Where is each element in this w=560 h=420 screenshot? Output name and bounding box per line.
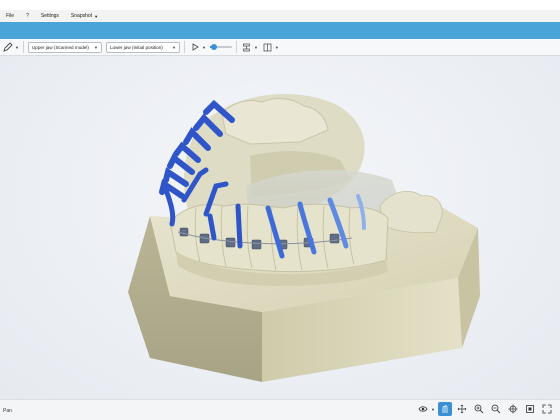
split-icon[interactable] — [262, 41, 274, 53]
toolbar-divider — [183, 41, 185, 53]
chevron-down-icon: ▼ — [94, 13, 99, 19]
slider-handle[interactable] — [211, 44, 218, 50]
fullscreen-icon[interactable] — [540, 402, 554, 416]
menu-snapshot[interactable]: Snapshot ▼ — [65, 13, 104, 19]
chevron-down-icon: ▼ — [94, 44, 98, 50]
split-dropdown-chevron-icon[interactable]: ▼ — [275, 45, 279, 50]
visibility-dropdown-chevron-icon[interactable]: ▼ — [431, 407, 435, 412]
view-controls: ▼ — [416, 402, 554, 416]
zoom-out-icon[interactable] — [489, 402, 503, 416]
title-bar — [0, 22, 560, 39]
toolbar: ▼ Upper jaw (Scanned model) ▼ Lower jaw (… — [0, 39, 560, 56]
molars-right — [379, 191, 443, 234]
menu-file[interactable]: File — [0, 13, 20, 19]
pan-icon[interactable] — [438, 402, 452, 416]
toolbar-divider — [235, 41, 237, 53]
pen-icon[interactable] — [2, 41, 14, 53]
toolbar-divider — [22, 41, 24, 53]
navigation-mode-label: Pan — [3, 408, 12, 414]
play-dropdown-chevron-icon[interactable]: ▼ — [202, 45, 206, 50]
timeline-slider[interactable] — [209, 42, 232, 52]
fit-icon[interactable] — [523, 402, 537, 416]
3d-viewport[interactable] — [0, 56, 560, 399]
window-top-strip — [0, 0, 560, 10]
move-icon[interactable] — [455, 402, 469, 416]
pen-dropdown-chevron-icon[interactable]: ▼ — [15, 45, 19, 50]
crosshair-icon[interactable] — [506, 402, 520, 416]
layers-dropdown-chevron-icon[interactable]: ▼ — [254, 45, 258, 50]
layers-icon[interactable] — [241, 41, 253, 53]
menu-bar: File ? Settings Snapshot ▼ — [0, 10, 560, 22]
upper-jaw-select[interactable]: Upper jaw (Scanned model) ▼ — [27, 41, 102, 53]
play-icon[interactable] — [189, 41, 201, 53]
zoom-in-icon[interactable] — [472, 402, 486, 416]
eye-icon[interactable] — [416, 402, 430, 416]
menu-settings[interactable]: Settings — [35, 13, 65, 19]
menu-help[interactable]: ? — [20, 13, 35, 19]
chevron-down-icon: ▼ — [172, 44, 176, 50]
lower-jaw-select[interactable]: Lower jaw (Initial position) ▼ — [105, 41, 180, 53]
status-bar: Pan ▼ — [0, 399, 560, 420]
dental-model-render — [128, 94, 480, 382]
